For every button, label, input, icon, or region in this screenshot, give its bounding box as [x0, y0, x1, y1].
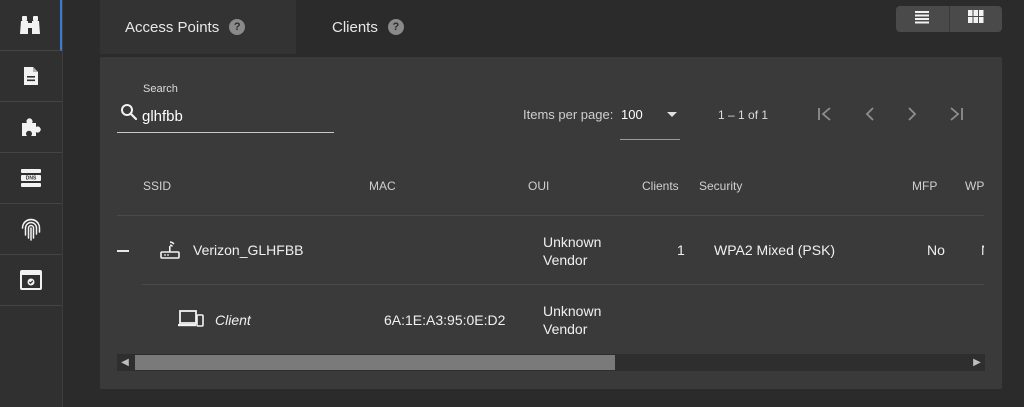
header-divider: [117, 215, 984, 216]
help-icon[interactable]: ?: [229, 19, 246, 35]
client-mac: 6A:1E:A3:95:0E:D2: [384, 312, 506, 328]
horizontal-scrollbar[interactable]: ◀ ▶: [117, 354, 985, 371]
tab-clients[interactable]: Clients ?: [315, 0, 455, 54]
tab-label: Access Points: [125, 18, 220, 36]
column-header-oui[interactable]: OUI: [528, 179, 549, 193]
ap-ssid: Verizon_GLHFBB: [193, 242, 304, 258]
tab-access-points[interactable]: Access Points ?: [100, 0, 296, 54]
dns-server-icon: DNS: [20, 168, 42, 188]
sidebar-item-tasks[interactable]: [0, 255, 62, 306]
document-icon: [23, 66, 39, 86]
column-header-security[interactable]: Security: [699, 179, 742, 193]
grid-view-button[interactable]: [948, 6, 1003, 32]
sidebar-item-scan[interactable]: [0, 0, 62, 51]
column-header-ssid[interactable]: SSID: [143, 179, 171, 193]
client-name: Client: [215, 312, 251, 328]
help-icon[interactable]: ?: [387, 19, 404, 35]
column-header-clients[interactable]: Clients: [642, 179, 679, 193]
fingerprint-icon: [20, 217, 42, 241]
column-header-mac[interactable]: MAC: [369, 179, 396, 193]
column-header-mfp[interactable]: MFP: [912, 179, 937, 193]
devices-icon: [178, 310, 204, 333]
view-toggle: [896, 6, 1002, 32]
scroll-right-icon[interactable]: ▶: [969, 354, 985, 371]
scrollbar-thumb[interactable]: [135, 355, 615, 370]
scroll-left-icon[interactable]: ◀: [117, 354, 133, 371]
grid-view-icon: [967, 10, 984, 28]
ap-wps: No: [981, 242, 984, 258]
ap-oui: Unknown Vendor: [543, 234, 602, 268]
svg-text:DNS: DNS: [26, 176, 37, 182]
ap-clients: 1: [677, 242, 685, 258]
ap-mfp: No: [927, 242, 945, 258]
sidebar-item-reports[interactable]: [0, 51, 62, 102]
column-header-wps[interactable]: WPS: [965, 179, 984, 193]
collapse-row-button[interactable]: [117, 250, 129, 252]
sidebar-item-dns[interactable]: DNS: [0, 153, 62, 204]
sidebar-item-fingerprint[interactable]: [0, 204, 62, 255]
tab-label: Clients: [332, 18, 378, 36]
sidebar: DNS: [0, 0, 63, 407]
list-view-icon: [914, 10, 930, 29]
puzzle-icon: [20, 116, 42, 138]
client-oui: Unknown Vendor: [543, 303, 602, 337]
binoculars-icon: [19, 15, 41, 35]
list-view-button[interactable]: [896, 6, 949, 32]
access-points-panel: Search Items per page: 100 1 – 1 of 1: [100, 57, 1002, 389]
ap-security: WPA2 Mixed (PSK): [714, 242, 836, 258]
row-divider: [142, 284, 984, 285]
sidebar-item-plugins[interactable]: [0, 102, 62, 153]
app-root: DNS Access Points ? Clients ? Search glh…: [0, 0, 1024, 407]
router-icon: [160, 240, 180, 265]
table-viewport: SSID MAC OUI Clients Security MFP WPS: [100, 57, 984, 389]
browser-check-icon: [20, 270, 42, 290]
